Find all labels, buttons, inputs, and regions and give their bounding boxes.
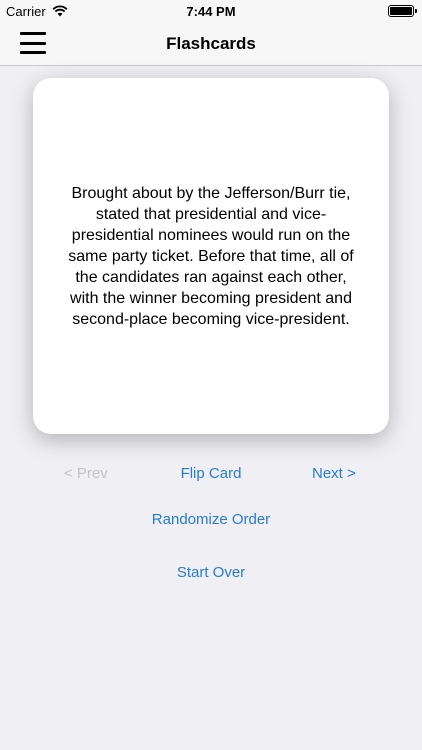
menu-line xyxy=(20,32,46,35)
randomize-order-button[interactable]: Randomize Order xyxy=(126,511,296,528)
next-button[interactable]: Next > xyxy=(312,465,356,482)
hamburger-menu-icon[interactable] xyxy=(20,32,46,54)
carrier-label: Carrier xyxy=(6,3,46,19)
menu-line xyxy=(20,41,46,45)
status-bar: Carrier 7:44 PM xyxy=(0,0,422,22)
flashcard-text: Brought about by the Jefferson/Burr tie,… xyxy=(68,184,354,328)
flashcard[interactable]: Brought about by the Jefferson/Burr tie,… xyxy=(33,78,389,434)
status-left: Carrier xyxy=(6,4,68,19)
page-title: Flashcards xyxy=(166,33,256,53)
battery-icon xyxy=(388,5,417,17)
nav-bar: Flashcards xyxy=(0,22,422,66)
prev-button[interactable]: < Prev xyxy=(64,465,108,482)
flip-card-button[interactable]: Flip Card xyxy=(151,465,271,482)
battery-fill xyxy=(390,7,412,15)
menu-line xyxy=(20,51,46,54)
start-over-button[interactable]: Start Over xyxy=(151,564,271,581)
wifi-icon xyxy=(52,5,68,17)
